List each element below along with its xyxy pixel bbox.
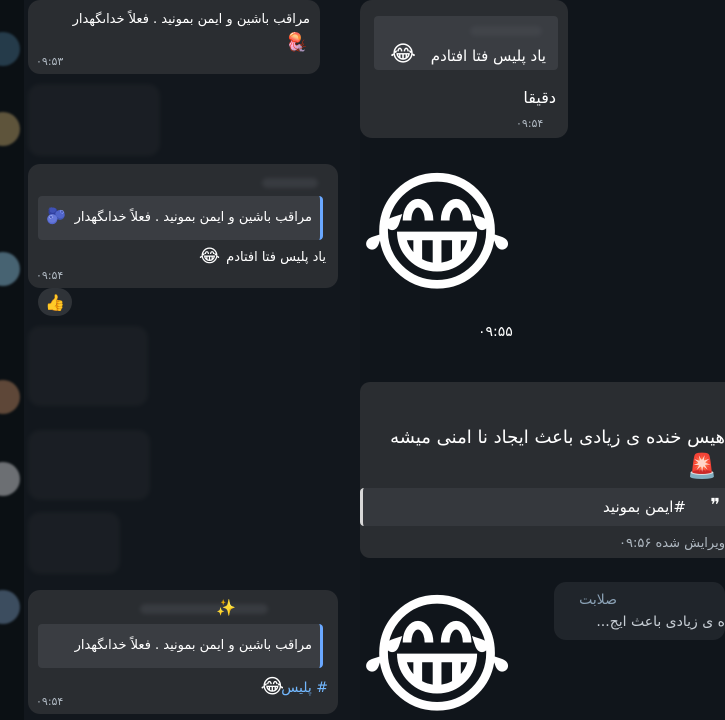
hashtag-link[interactable]: # پلیس xyxy=(281,678,328,698)
message-time: ۰۹:۵۴ xyxy=(516,117,544,130)
thumbs-up-reaction[interactable]: 👍 xyxy=(38,288,72,316)
message-text: دقیقا xyxy=(523,88,556,107)
message-bubble[interactable]: یاد پلیس فتا افتادم 😂 دقیقا ۰۹:۵۴ xyxy=(360,0,568,138)
message-bubble[interactable]: ✨ مراقب باشین و ایمن بمونید . فعلاً خداں… xyxy=(28,590,338,714)
left-chat-panel: مراقب باشین و ایمن بمونید . فعلاً خداںگه… xyxy=(0,0,360,720)
avatar[interactable] xyxy=(0,252,20,286)
reply-quote[interactable]: #ایمن بمونید ❞ xyxy=(360,488,725,526)
reply-quote[interactable]: یاد پلیس فتا افتادم 😂 xyxy=(374,16,558,70)
message-time: ۰۹:۵۴ xyxy=(36,695,64,708)
blueberry-icon: 🫐 xyxy=(46,206,66,225)
siren-icon: 🚨 xyxy=(687,452,717,480)
blurred-message xyxy=(28,326,148,406)
laughing-emoji: 😂 xyxy=(198,246,220,267)
avatar[interactable] xyxy=(0,462,20,496)
sender-name-placeholder xyxy=(262,178,318,188)
reply-quote[interactable]: مراقب باشین و ایمن بمونید . فعلاً خداںگه… xyxy=(38,196,323,240)
message-text: هیس خنده ی زیادی باعث ایجاد نا امنی میشه xyxy=(390,427,725,448)
reply-preview[interactable]: صلابت ه ی زیادی باعث ایج... xyxy=(554,582,725,640)
blurred-message xyxy=(28,430,150,500)
avatar-strip xyxy=(0,0,24,720)
message-time: ۰۹:۵۳ xyxy=(36,55,64,68)
reply-preview-text: ه ی زیادی باعث ایج... xyxy=(596,614,725,630)
blurred-message xyxy=(28,512,120,574)
edited-time: ویرایش شده ۰۹:۵۶ xyxy=(619,536,725,551)
quote-text: مراقب باشین و ایمن بمونید . فعلاً خداںگه… xyxy=(74,638,312,653)
quote-mark-icon: ❞ xyxy=(710,495,720,516)
sender-name-placeholder xyxy=(470,26,542,36)
message-time: ۰۹:۵۴ xyxy=(36,269,64,282)
laughing-emoji: 😂 xyxy=(260,674,284,698)
sparkle-icon: ✨ xyxy=(216,598,236,617)
message-bubble[interactable]: هیس خنده ی زیادی باعث ایجاد نا امنی میشه… xyxy=(360,382,725,558)
sender-name-placeholder xyxy=(140,604,268,614)
jellyfish-icon: 🪼 xyxy=(285,32,308,53)
message-text: یاد پلیس فتا افتادم xyxy=(226,250,326,265)
right-chat-panel: یاد پلیس فتا افتادم 😂 دقیقا ۰۹:۵۴ 😂 ۰۹:۵… xyxy=(360,0,725,720)
quote-text: یاد پلیس فتا افتادم xyxy=(430,47,546,65)
avatar[interactable] xyxy=(0,590,20,624)
quote-text: مراقب باشین و ایمن بمونید . فعلاً خداںگه… xyxy=(74,210,312,225)
quote-text: #ایمن بمونید xyxy=(603,498,686,516)
laughing-sticker[interactable]: 😂 xyxy=(360,168,514,300)
laughing-emoji: 😂 xyxy=(390,42,416,67)
message-bubble[interactable]: مراقب باشین و ایمن بمونید . فعلاً خداںگه… xyxy=(28,0,320,74)
avatar[interactable] xyxy=(0,380,20,414)
message-text: مراقب باشین و ایمن بمونید . فعلاً خداںگه… xyxy=(72,12,310,27)
sticker-time: ۰۹:۵۵ xyxy=(478,324,513,340)
reply-quote[interactable]: مراقب باشین و ایمن بمونید . فعلاً خداںگه… xyxy=(38,624,323,668)
avatar[interactable] xyxy=(0,32,20,66)
avatar[interactable] xyxy=(0,112,20,146)
blurred-message xyxy=(28,84,160,156)
reply-preview-title: صلابت xyxy=(579,592,617,608)
laughing-sticker[interactable]: 😂 xyxy=(360,590,514,720)
message-bubble[interactable]: مراقب باشین و ایمن بمونید . فعلاً خداںگه… xyxy=(28,164,338,288)
